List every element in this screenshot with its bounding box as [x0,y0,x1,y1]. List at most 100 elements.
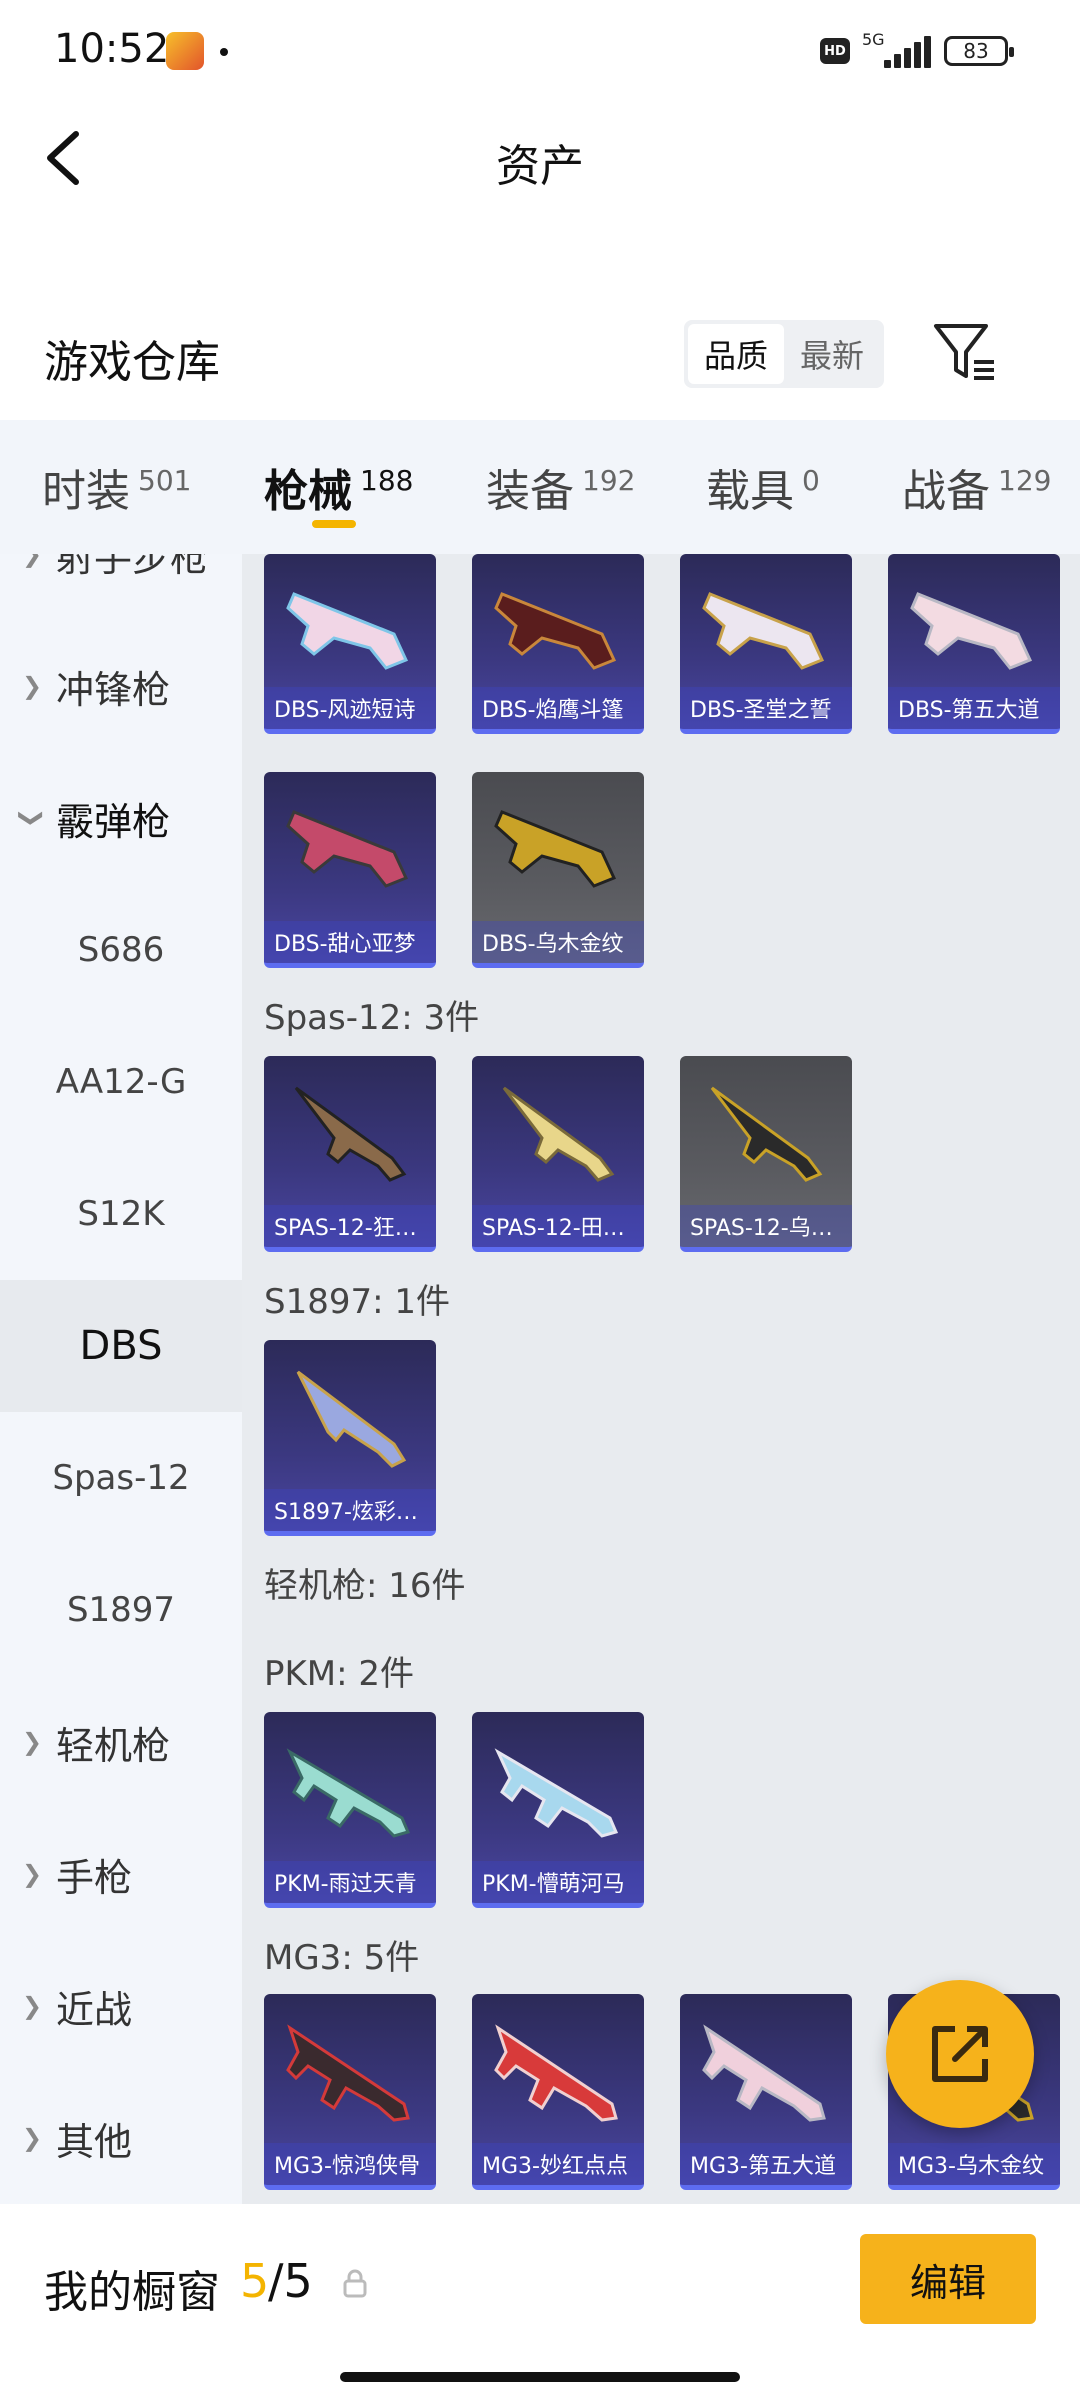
sidebar-item-melee[interactable]: ❯ 近战 [0,1940,242,2072]
signal-icon [880,36,931,68]
item-card[interactable]: PKM-雨过天青 [264,1712,436,1908]
chevron-down-icon: ❯ [18,807,47,829]
page-title: 资产 [496,141,584,192]
chevron-right-icon: ❯ [22,2124,43,2152]
lmg-skin-icon [702,2024,826,2122]
status-time: 10:52 [54,26,170,72]
hd-voice-icon: HD [820,38,850,64]
item-card[interactable]: S1897-炫彩… [264,1340,436,1536]
item-card[interactable]: MG3-惊鸿侠骨 [264,1994,436,2190]
group-label-lmg: 轻机枪: 16件 [264,1566,466,1606]
shotgun-skin-icon [494,592,617,670]
filter-icon[interactable] [932,322,998,382]
tab-count: 129 [998,463,1052,497]
item-card[interactable]: SPAS-12-狂… [264,1056,436,1252]
group-label-s1897: S1897: 1件 [264,1282,451,1322]
app-notification-icon [166,32,204,70]
showcase-label: 我的橱窗 [44,2267,220,2318]
sidebar-item-dbs[interactable]: DBS [0,1280,242,1412]
item-name: SPAS-12-狂… [264,1205,436,1247]
item-card[interactable]: SPAS-12-田… [472,1056,644,1252]
chevron-right-icon: ❯ [22,672,43,700]
sort-newest-button[interactable]: 最新 [784,324,880,384]
item-name: SPAS-12-田… [472,1205,644,1247]
item-card[interactable]: PKM-懵萌河马 [472,1712,644,1908]
sidebar-item-spas12[interactable]: Spas-12 [0,1412,242,1544]
share-icon [932,2026,988,2082]
item-card[interactable]: MG3-妙红点点 [472,1994,644,2190]
tab-equipment[interactable]: 装备 192 [444,420,664,554]
item-name: PKM-雨过天青 [264,1861,436,1903]
item-card[interactable]: DBS-圣堂之誓 [680,554,852,734]
tab-count: 188 [360,463,414,497]
tab-label: 装备 [486,466,574,517]
sidebar-item-label: 射手步枪 [56,554,209,580]
item-card[interactable]: DBS-风迹短诗 [264,554,436,734]
lmg-skin-icon [494,1748,619,1838]
lmg-skin-icon [286,1748,411,1838]
chevron-right-icon: ❯ [22,1992,43,2020]
warehouse-title: 游戏仓库 [44,337,220,388]
item-card[interactable]: DBS-第五大道 [888,554,1060,734]
edit-button[interactable]: 编辑 [860,2234,1036,2324]
item-grid: DBS-风迹短诗 DBS-焰鹰斗篷 DBS-圣堂之誓 DBS-第五大道 DBS-… [242,554,1080,2204]
sidebar-item-lmg[interactable]: ❯ 轻机枪 [0,1676,242,1808]
shotgun-skin-icon [286,810,409,888]
item-card[interactable]: DBS-乌木金纹 [472,772,644,968]
item-card[interactable]: SPAS-12-乌… [680,1056,852,1252]
sidebar-item-label: 手枪 [56,1855,133,1900]
item-name: DBS-圣堂之誓 [680,687,852,729]
sidebar-item-label: 轻机枪 [56,1723,171,1768]
item-card[interactable]: DBS-甜心亚梦 [264,772,436,968]
item-card[interactable]: MG3-第五大道 [680,1994,852,2190]
lmg-skin-icon [494,2024,618,2122]
status-bar: 10:52 HD 5G 83 [0,0,1080,100]
group-label-pkm: PKM: 2件 [264,1654,415,1694]
sidebar-item-s1897[interactable]: S1897 [0,1544,242,1676]
item-name: MG3-惊鸿侠骨 [264,2143,436,2185]
tab-label: 时装 [42,466,130,517]
tab-count: 501 [138,463,192,497]
shotgun-skin-icon [502,1086,615,1182]
tab-label: 战备 [902,466,990,517]
sidebar-item-shotgun[interactable]: ❯ 霰弹枪 [0,752,242,884]
tab-vehicles[interactable]: 载具 0 [664,420,860,554]
shotgun-skin-icon [702,592,825,670]
item-name: DBS-乌木金纹 [472,921,644,963]
shotgun-skin-icon [296,1370,407,1468]
shotgun-skin-icon [494,810,617,888]
shotgun-skin-icon [286,592,409,670]
item-name: PKM-懵萌河马 [472,1861,644,1903]
item-name: DBS-第五大道 [888,687,1060,729]
share-fab-button[interactable] [886,1980,1034,2128]
chevron-right-icon: ❯ [22,554,43,568]
lock-icon [342,2268,368,2298]
item-name: S1897-炫彩… [264,1489,436,1531]
home-indicator [340,2372,740,2382]
shotgun-skin-icon [294,1086,407,1182]
chevron-right-icon: ❯ [22,1728,43,1756]
sidebar-item-aa12g[interactable]: AA12-G [0,1016,242,1148]
item-card[interactable]: DBS-焰鹰斗篷 [472,554,644,734]
active-tab-indicator [312,520,356,528]
sort-quality-button[interactable]: 品质 [688,324,784,384]
group-label-mg3: MG3: 5件 [264,1938,420,1978]
sidebar-item-label: 其他 [56,2119,133,2164]
item-name: DBS-焰鹰斗篷 [472,687,644,729]
tab-count: 192 [582,463,636,497]
weapon-type-sidebar: ❯ 射手步枪 ❯ 冲锋枪 ❯ 霰弹枪 S686 AA12-G S12K DBS Spa… [0,554,242,2204]
sidebar-item-s12k[interactable]: S12K [0,1148,242,1280]
showcase-bar: 我的橱窗 5 /5 编辑 [0,2204,1080,2400]
group-label-spas12: Spas-12: 3件 [264,998,480,1038]
tab-fashion[interactable]: 时装 501 [0,420,222,554]
tab-battle-gear[interactable]: 战备 129 [860,420,1080,554]
sidebar-item-smg[interactable]: ❯ 冲锋枪 [0,620,242,752]
sidebar-item-marksman-rifle[interactable]: ❯ 射手步枪 [0,554,242,620]
tab-firearms[interactable]: 枪械 188 [222,420,444,554]
item-name: DBS-甜心亚梦 [264,921,436,963]
sidebar-item-s686[interactable]: S686 [0,884,242,1016]
item-name: MG3-乌木金纹 [888,2143,1060,2185]
battery-icon: 83 [944,36,1014,66]
sidebar-item-pistol[interactable]: ❯ 手枪 [0,1808,242,1940]
sidebar-item-other[interactable]: ❯ 其他 [0,2072,242,2204]
